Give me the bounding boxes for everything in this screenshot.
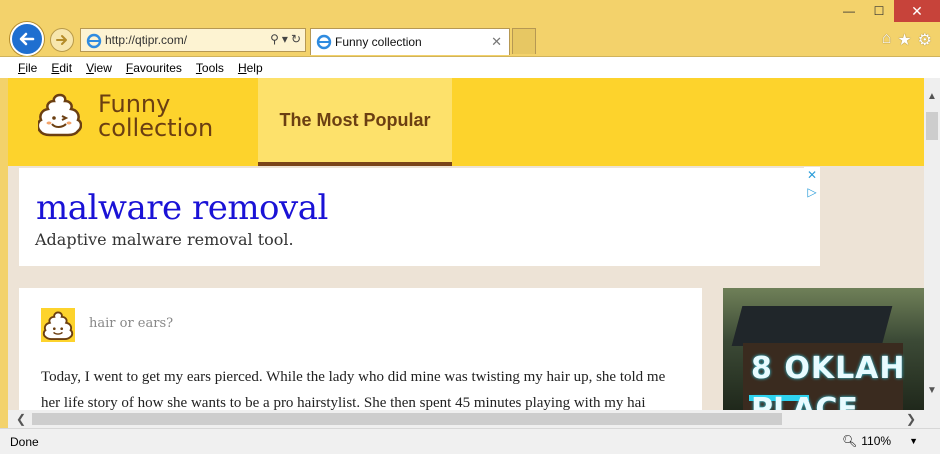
poop-mascot-icon (42, 311, 74, 340)
side-ad-headline-2: PLACE (751, 392, 858, 410)
horizontal-scroll-thumb[interactable] (32, 413, 782, 425)
scroll-up-icon[interactable]: ▲ (924, 88, 940, 104)
menu-view[interactable]: View (86, 61, 112, 75)
post-body: Today, I went to get my ears pierced. Wh… (41, 369, 666, 410)
adchoices-icon[interactable]: ▷ (804, 184, 820, 200)
vertical-scroll-thumb[interactable] (926, 112, 938, 140)
site-logo-text[interactable]: Funny collection (98, 92, 213, 140)
ad-choices: ✕ ▷ (804, 167, 820, 201)
horizontal-scrollbar[interactable]: ❮ ❯ (8, 410, 924, 428)
ad-banner[interactable]: malware removal Adaptive malware removal… (19, 168, 820, 266)
minimize-button[interactable]: — (834, 0, 864, 22)
tab-funny-collection[interactable]: Funny collection ✕ (310, 28, 510, 55)
scroll-down-icon[interactable]: ▼ (924, 382, 940, 398)
search-icon[interactable]: ⚲ (270, 32, 279, 46)
new-tab-button[interactable] (512, 28, 536, 54)
close-button[interactable]: ✕ (894, 0, 940, 22)
post-card: hair or ears? Today, I went to get my ea… (19, 288, 702, 410)
poop-mascot-logo-icon[interactable] (38, 92, 82, 138)
scroll-right-icon[interactable]: ❯ (902, 410, 920, 428)
menu-favourites[interactable]: Favourites (126, 61, 182, 75)
close-tab-icon[interactable]: ✕ (491, 34, 502, 50)
forward-button[interactable] (50, 28, 74, 52)
home-icon[interactable]: ⌂ (882, 30, 892, 50)
ie-icon (316, 34, 332, 53)
post-title[interactable]: hair or ears? (89, 316, 173, 331)
nav-most-popular[interactable]: The Most Popular (258, 78, 452, 166)
ad-close-icon[interactable]: ✕ (804, 167, 820, 183)
back-button[interactable] (10, 22, 44, 56)
tab-title: Funny collection (335, 35, 422, 49)
ad-description: Adaptive malware removal tool. (35, 230, 294, 249)
avatar[interactable] (41, 308, 75, 342)
address-bar[interactable]: http://qtipr.com/ ⚲ ▾ ↻ (80, 28, 306, 52)
logo-line-2: collection (98, 114, 214, 142)
menu-file[interactable]: File (18, 61, 37, 75)
menu-tools[interactable]: Tools (196, 61, 224, 75)
zoom-control[interactable]: 🔍︎ 110% ▼ (842, 434, 918, 448)
menu-edit[interactable]: Edit (51, 61, 72, 75)
chevron-down-icon[interactable]: ▼ (909, 436, 918, 446)
address-url[interactable]: http://qtipr.com/ (105, 33, 187, 47)
forward-icon (56, 35, 67, 45)
toolbar-right: ⌂ ★ ⚙ (882, 30, 932, 50)
ad-title-link[interactable]: malware removal (36, 188, 328, 228)
zoom-level: 110% (861, 434, 892, 448)
side-ad-headline: 8 OKLAH (751, 351, 906, 386)
vertical-scrollbar[interactable]: ▲ ▼ (924, 78, 940, 410)
scroll-left-icon[interactable]: ❮ (12, 410, 30, 428)
ie-icon (86, 33, 102, 52)
refresh-icon[interactable]: ↻ (291, 32, 301, 46)
favorites-star-icon[interactable]: ★ (897, 30, 911, 50)
menu-help[interactable]: Help (238, 61, 263, 75)
side-ad-image[interactable]: 8 OKLAH PLACE (723, 288, 924, 410)
browser-titlebar: http://qtipr.com/ ⚲ ▾ ↻ Funny collection… (0, 0, 940, 56)
settings-gear-icon[interactable]: ⚙ (918, 30, 932, 50)
status-bar: Done 🔍︎ 110% ▼ (0, 428, 940, 454)
page-viewport: Funny collection The Most Popular malwar… (8, 78, 924, 410)
site-header: Funny collection The Most Popular (8, 78, 924, 166)
status-text: Done (10, 435, 39, 449)
window-controls: — ☐ ✕ (834, 0, 940, 22)
menu-bar: File Edit View Favourites Tools Help (0, 56, 940, 78)
back-icon (19, 32, 35, 46)
dropdown-icon[interactable]: ▾ (282, 32, 288, 46)
maximize-button[interactable]: ☐ (864, 0, 894, 22)
zoom-icon: 🔍︎ (842, 434, 858, 448)
logo-line-1: Funny (98, 90, 171, 118)
